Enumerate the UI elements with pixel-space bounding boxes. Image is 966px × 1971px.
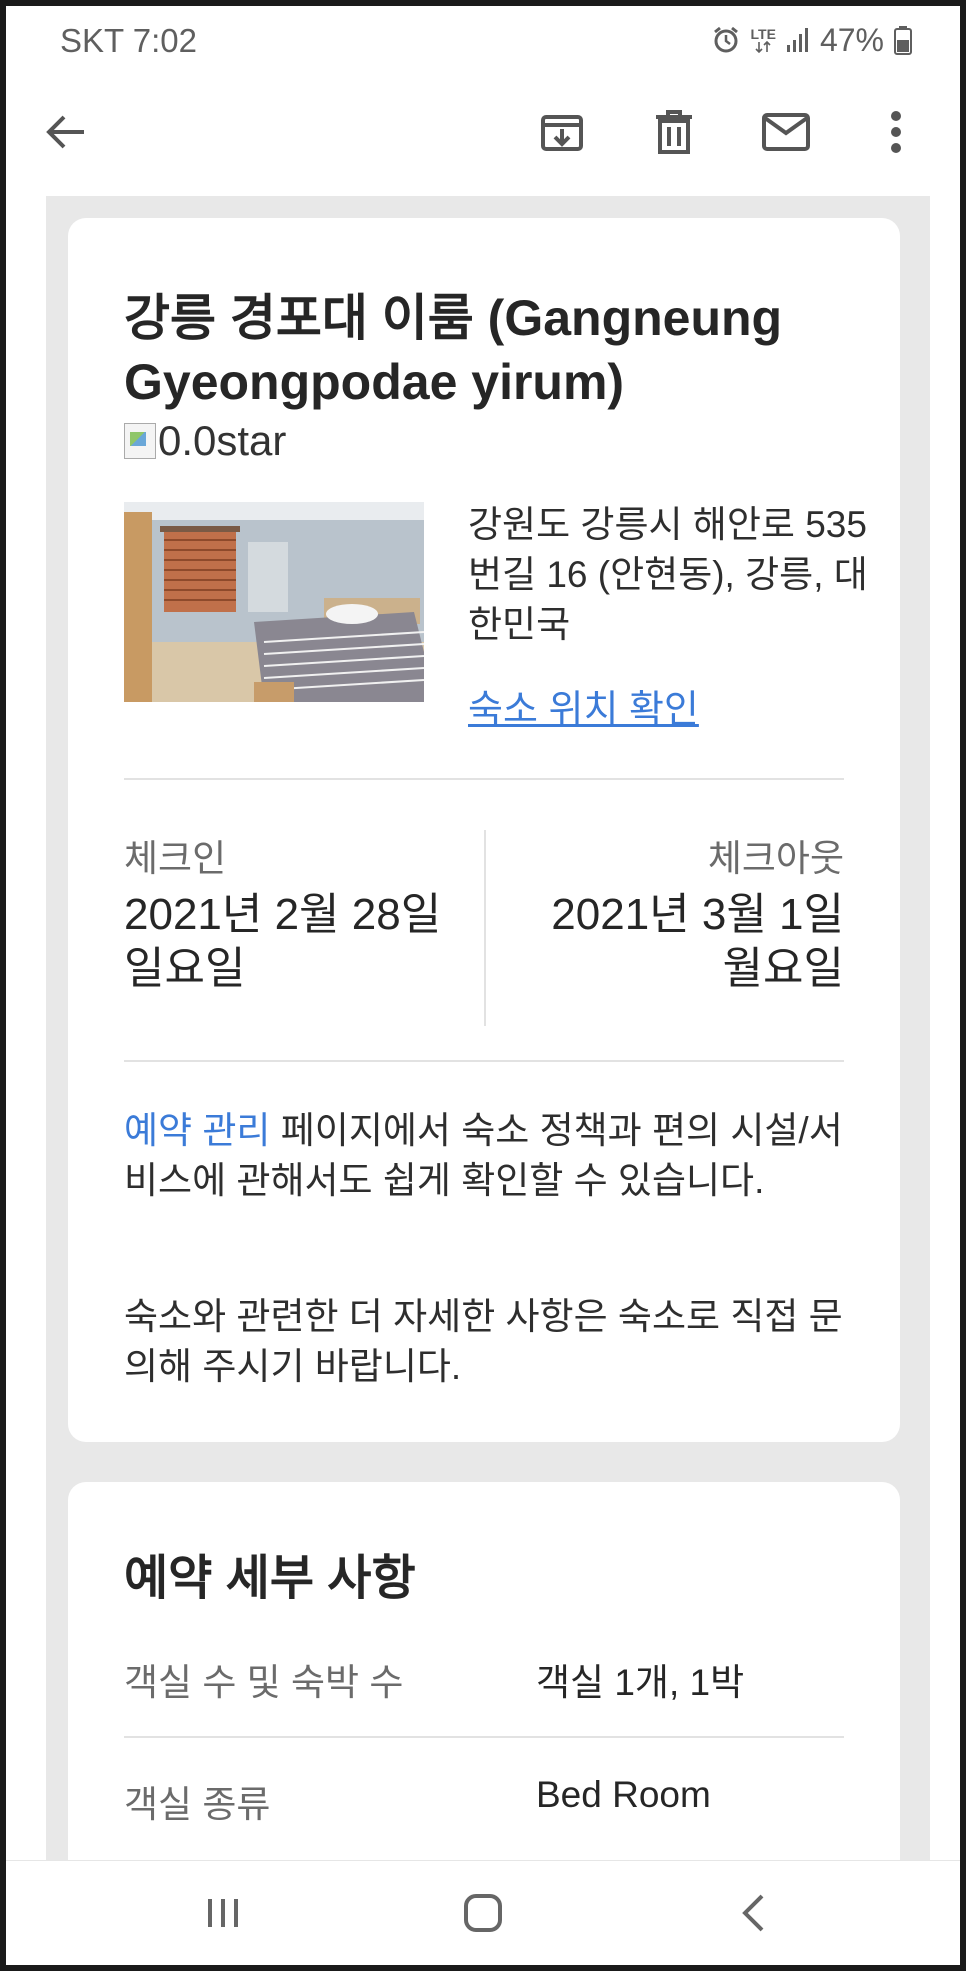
lte-icon: LTE [751,27,776,53]
battery-icon [894,25,912,55]
star-rating-alt: 0.0star [158,417,287,464]
divider [124,778,844,780]
checkout-date: 2021년 3월 1일 월요일 [551,890,844,993]
hotel-address: 강원도 강릉시 해안로 535번길 16 (안현동), 강릉, 대한민국 [468,504,868,645]
broken-image-icon [124,423,156,459]
back-button[interactable] [36,102,96,162]
divider [124,1736,844,1738]
email-body[interactable]: 강릉 경포대 이룸 (Gangneung Gyeongpodae yirum) … [6,196,960,1860]
star-rating: 0.0star [124,416,286,466]
hotel-room-photo[interactable] [124,502,424,702]
checkin-date: 2021년 2월 28일 일요일 [124,890,442,993]
manage-booking-link[interactable]: 예약 관리 [124,1110,270,1151]
contact-text: 숙소와 관련한 더 자세한 사항은 숙소로 직접 문의해 주시기 바랍니다. [124,1296,843,1387]
carrier-time: SKT 7:02 [60,22,197,59]
more-options-button[interactable] [866,102,926,162]
home-button[interactable] [448,1883,518,1943]
more-vert-icon [891,111,901,153]
app-bar [6,72,960,196]
archive-button[interactable] [532,102,592,162]
signal-icon [786,27,810,53]
booking-details-card: 예약 세부 사항 객실 수 및 숙박 수 객실 1개, 1박 객실 종류 Bed… [68,1482,900,1860]
recent-apps-button[interactable] [188,1883,258,1943]
back-icon [742,1894,764,1932]
delete-icon [656,110,692,154]
system-back-button[interactable] [718,1883,788,1943]
view-location-link[interactable]: 숙소 위치 확인 [468,678,699,733]
system-nav-bar [6,1860,960,1965]
recent-apps-icon [208,1899,238,1927]
hotel-card: 강릉 경포대 이룸 (Gangneung Gyeongpodae yirum) … [68,218,900,1442]
vertical-divider [484,830,486,1026]
back-arrow-icon [46,115,84,149]
alarm-icon [711,25,741,55]
status-bar: SKT 7:02 LTE 47% [6,6,960,72]
home-icon [464,1894,502,1932]
rooms-nights-label: 객실 수 및 숙박 수 [124,1662,404,1703]
mark-unread-button[interactable] [756,102,816,162]
mail-icon [762,113,810,151]
checkin-label: 체크인 [124,838,227,879]
status-icons: LTE 47% [711,20,912,60]
archive-icon [541,115,583,151]
room-type-label: 객실 종류 [124,1784,271,1825]
delete-button[interactable] [644,102,704,162]
phone-screen: SKT 7:02 LTE 47% 강릉 경포대 이룸 (Gangneung Gy… [6,6,960,1965]
booking-details-title: 예약 세부 사항 [124,1552,416,1605]
rooms-nights-value: 객실 1개, 1박 [536,1662,745,1703]
checkout-label: 체크아웃 [707,838,844,879]
divider [124,1060,844,1062]
policy-text: 예약 관리 페이지에서 숙소 정책과 편의 시설/서비스에 관해서도 쉽게 확인… [124,1106,848,1206]
room-type-value: Bed Room [536,1774,711,1815]
battery-percent: 47% [819,21,884,58]
hotel-title: 강릉 경포대 이룸 (Gangneung Gyeongpodae yirum) [124,290,783,410]
network-label: LTE [750,26,776,42]
